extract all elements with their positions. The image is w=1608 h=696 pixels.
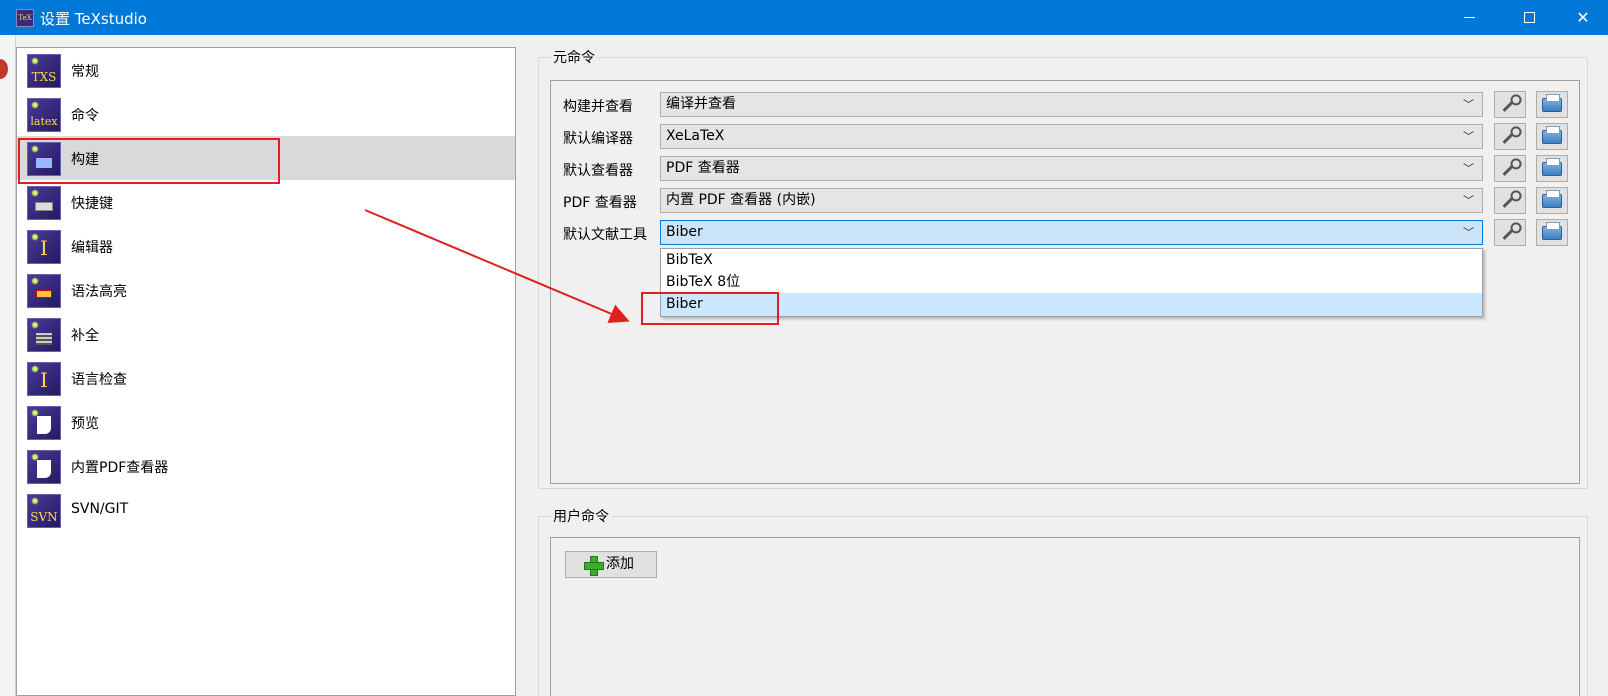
dropdown-option-bibtex8[interactable]: BibTeX 8位 [661, 271, 1482, 294]
chevron-down-icon: ﹀ [1463, 194, 1474, 207]
nav-item-general[interactable]: TXS 常规 [17, 48, 515, 92]
default-bibliography-tool-label: 默认文献工具 [563, 227, 647, 243]
nav-item-pdf-viewer[interactable]: 内置PDF查看器 [17, 444, 515, 488]
annotation-highlight-build [18, 138, 280, 184]
default-compiler-select[interactable]: XeLaTeX ﹀ [660, 124, 1483, 149]
nav-item-label: 命令 [71, 108, 99, 124]
nav-item-label: 内置PDF查看器 [71, 460, 169, 476]
nav-item-label: SVN/GIT [71, 501, 129, 517]
default-compiler-label: 默认编译器 [563, 131, 633, 147]
maximize-button[interactable] [1506, 0, 1552, 35]
txs-icon: TXS [27, 54, 61, 88]
output-button[interactable] [1536, 219, 1568, 246]
printer-icon [1542, 157, 1562, 176]
configure-button[interactable] [1494, 219, 1526, 246]
configure-button[interactable] [1494, 91, 1526, 118]
nav-item-completion[interactable]: 补全 [17, 312, 515, 356]
printer-icon [1542, 221, 1562, 240]
output-button[interactable] [1536, 187, 1568, 214]
highlight-icon [27, 274, 61, 308]
default-bibliography-tool-select[interactable]: Biber ﹀ [660, 220, 1483, 245]
wrench-icon [1502, 97, 1518, 112]
chevron-down-icon: ﹀ [1463, 130, 1474, 143]
wrench-icon [1502, 193, 1518, 208]
chevron-down-icon: ﹀ [1463, 162, 1474, 175]
group-title: 用户命令 [551, 506, 611, 526]
nav-item-label: 语言检查 [71, 372, 127, 388]
printer-icon [1542, 125, 1562, 144]
configure-button[interactable] [1494, 187, 1526, 214]
pdf-viewer-label: PDF 查看器 [563, 195, 637, 211]
nav-item-svn-git[interactable]: SVN SVN/GIT [17, 488, 515, 532]
wrench-icon [1502, 225, 1518, 240]
nav-item-label: 语法高亮 [71, 284, 127, 300]
output-button[interactable] [1536, 91, 1568, 118]
bibliography-tool-dropdown[interactable]: BibTeX BibTeX 8位 Biber [660, 248, 1483, 317]
background-window-strip [0, 35, 16, 696]
svn-icon: SVN [27, 494, 61, 528]
add-button[interactable]: 添加 [565, 551, 657, 578]
nav-item-preview[interactable]: 预览 [17, 400, 515, 444]
wrench-icon [1502, 161, 1518, 176]
chevron-down-icon: ﹀ [1463, 226, 1474, 239]
title-bar: TeX 设置 TeXstudio ✕ [0, 0, 1608, 35]
minimize-icon [1463, 17, 1475, 18]
close-icon: ✕ [1576, 8, 1590, 27]
default-viewer-select[interactable]: PDF 查看器 ﹀ [660, 156, 1483, 181]
dropdown-option-bibtex[interactable]: BibTeX [661, 249, 1482, 272]
preview-icon [27, 406, 61, 440]
user-commands-area [550, 537, 1580, 696]
nav-item-label: 预览 [71, 416, 99, 432]
nav-item-commands[interactable]: latex 命令 [17, 92, 515, 136]
printer-icon [1542, 93, 1562, 112]
minimize-button[interactable] [1446, 0, 1492, 35]
nav-item-editor[interactable]: I 编辑器 [17, 224, 515, 268]
configure-button[interactable] [1494, 123, 1526, 150]
plus-icon [584, 556, 604, 576]
nav-item-label: 常规 [71, 64, 99, 80]
pdf-viewer-icon [27, 450, 61, 484]
maximize-icon [1523, 12, 1535, 23]
default-viewer-label: 默认查看器 [563, 163, 633, 179]
pdf-viewer-select[interactable]: 内置 PDF 查看器 (内嵌) ﹀ [660, 188, 1483, 213]
app-icon: TeX [16, 9, 34, 27]
build-and-view-label: 构建并查看 [563, 99, 633, 115]
close-button[interactable]: ✕ [1560, 0, 1606, 35]
dropdown-option-biber[interactable]: Biber [661, 293, 1482, 316]
configure-button[interactable] [1494, 155, 1526, 182]
build-and-view-select[interactable]: 编译并查看 ﹀ [660, 92, 1483, 117]
output-button[interactable] [1536, 155, 1568, 182]
nav-item-syntax-highlighting[interactable]: 语法高亮 [17, 268, 515, 312]
cursor-icon: I [27, 230, 61, 264]
nav-item-label: 补全 [71, 328, 99, 344]
annotation-highlight-biber [641, 292, 779, 325]
chevron-down-icon: ﹀ [1463, 98, 1474, 111]
completion-icon [27, 318, 61, 352]
window-title: 设置 TeXstudio [40, 10, 147, 28]
wrench-icon [1502, 129, 1518, 144]
printer-icon [1542, 189, 1562, 208]
output-button[interactable] [1536, 123, 1568, 150]
nav-item-label: 快捷键 [71, 196, 113, 212]
nav-item-language-check[interactable]: I 语言检查 [17, 356, 515, 400]
group-title: 元命令 [551, 47, 597, 67]
nav-item-shortcuts[interactable]: 快捷键 [17, 180, 515, 224]
spellcheck-icon: I [27, 362, 61, 396]
latex-icon: latex [27, 98, 61, 132]
nav-item-label: 编辑器 [71, 240, 113, 256]
keyboard-icon [27, 186, 61, 220]
